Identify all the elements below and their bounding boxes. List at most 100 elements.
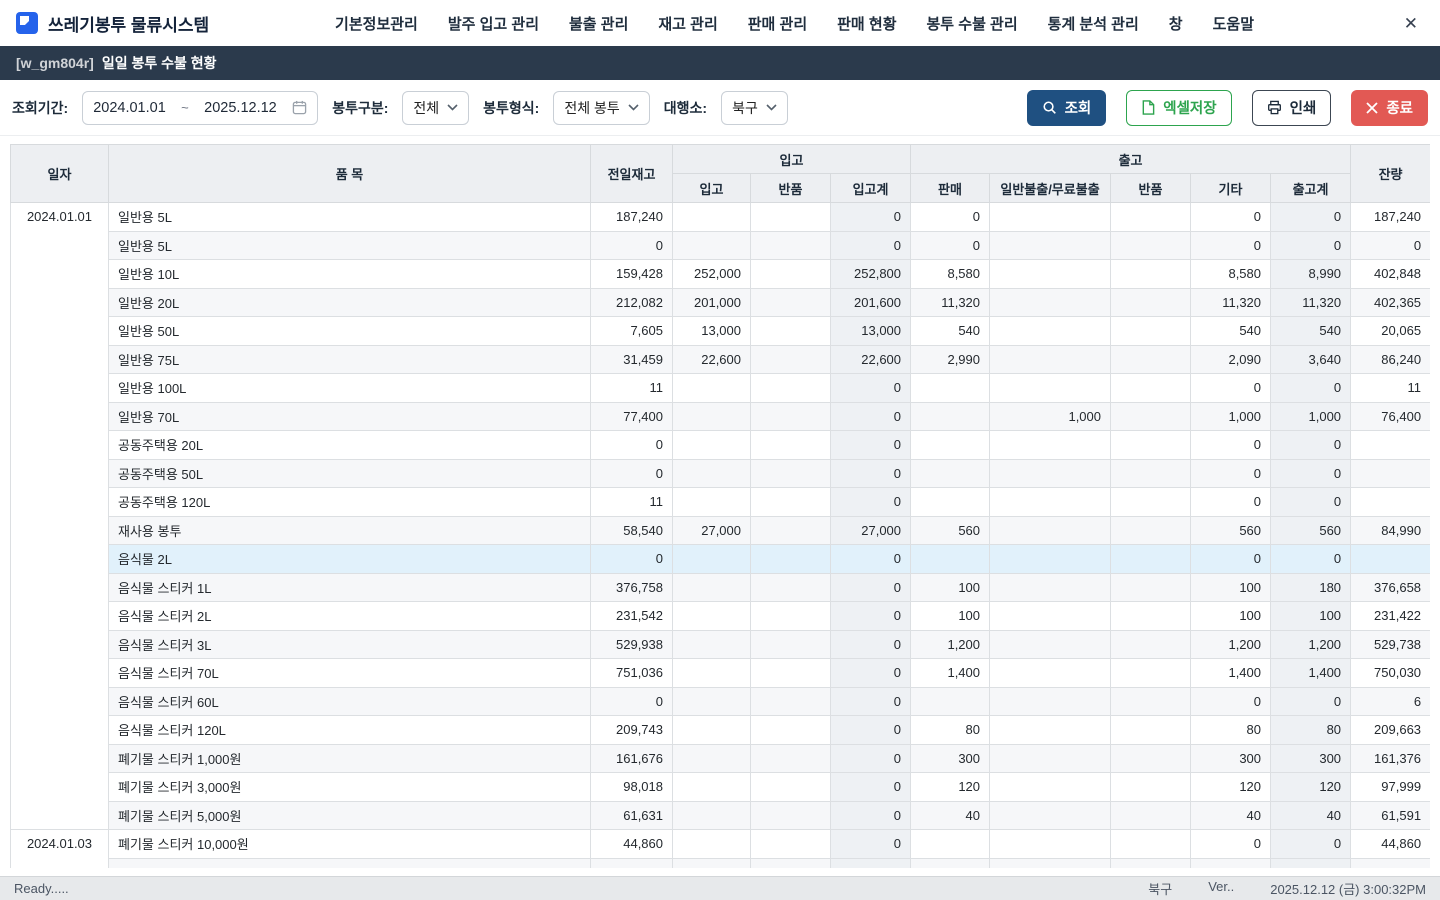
value-cell[interactable]: 98,018 <box>591 773 673 802</box>
value-cell[interactable]: 84,990 <box>1351 516 1430 545</box>
value-cell[interactable] <box>990 801 1111 830</box>
value-cell[interactable]: 187,240 <box>1351 203 1430 232</box>
value-cell[interactable]: 1,000 <box>1191 402 1271 431</box>
value-cell[interactable]: 11 <box>591 374 673 403</box>
item-cell[interactable]: 공동주택용 20L <box>109 431 591 460</box>
value-cell[interactable] <box>1111 801 1191 830</box>
value-cell[interactable] <box>673 602 751 631</box>
menu-item[interactable]: 통계 분석 관리 <box>1048 13 1139 34</box>
value-cell[interactable]: 300 <box>911 744 990 773</box>
table-row[interactable]: 일반용 20L212,082201,000201,60011,32011,320… <box>11 288 1431 317</box>
item-cell[interactable]: 일반용 50L <box>109 317 591 346</box>
value-cell[interactable]: 0 <box>591 545 673 574</box>
table-row[interactable]: 음식물 스티커 1L376,7580100100180376,658 <box>11 573 1431 602</box>
value-cell[interactable] <box>751 260 831 289</box>
value-cell[interactable]: 0 <box>1191 203 1271 232</box>
value-cell[interactable] <box>1111 773 1191 802</box>
value-cell[interactable] <box>1351 488 1430 517</box>
value-cell[interactable] <box>1111 830 1191 859</box>
value-cell[interactable]: 0 <box>831 459 911 488</box>
value-cell[interactable] <box>990 858 1111 868</box>
value-cell[interactable]: 540 <box>1271 317 1351 346</box>
value-cell[interactable]: 529,738 <box>1351 630 1430 659</box>
value-cell[interactable] <box>751 317 831 346</box>
value-cell[interactable]: 0 <box>1191 459 1271 488</box>
value-cell[interactable]: 0 <box>831 231 911 260</box>
value-cell[interactable]: 1,200 <box>1271 630 1351 659</box>
value-cell[interactable]: 27,000 <box>673 516 751 545</box>
value-cell[interactable]: 231,422 <box>1351 602 1430 631</box>
value-cell[interactable]: 40 <box>911 801 990 830</box>
item-cell[interactable]: 일반용 100L <box>109 374 591 403</box>
value-cell[interactable]: 100 <box>911 573 990 602</box>
value-cell[interactable]: 0 <box>831 573 911 602</box>
value-cell[interactable]: 0 <box>1191 431 1271 460</box>
value-cell[interactable] <box>1111 288 1191 317</box>
value-cell[interactable] <box>990 773 1111 802</box>
value-cell[interactable]: 0 <box>1271 488 1351 517</box>
value-cell[interactable] <box>751 602 831 631</box>
value-cell[interactable] <box>751 858 831 868</box>
item-cell[interactable]: 음식물 스티커 70L <box>109 659 591 688</box>
value-cell[interactable] <box>990 317 1111 346</box>
value-cell[interactable]: 0 <box>831 431 911 460</box>
value-cell[interactable]: 201,000 <box>673 288 751 317</box>
value-cell[interactable] <box>673 545 751 574</box>
menu-item[interactable]: 도움말 <box>1213 13 1254 34</box>
value-cell[interactable]: 120 <box>1271 773 1351 802</box>
value-cell[interactable] <box>1351 459 1430 488</box>
value-cell[interactable] <box>911 545 990 574</box>
value-cell[interactable] <box>1111 573 1191 602</box>
value-cell[interactable] <box>1111 431 1191 460</box>
value-cell[interactable]: 0 <box>831 716 911 745</box>
value-cell[interactable] <box>911 687 990 716</box>
date-to[interactable]: 2025.12.12 <box>204 100 277 116</box>
value-cell[interactable]: 0 <box>1271 687 1351 716</box>
value-cell[interactable] <box>751 830 831 859</box>
table-row[interactable]: 일반용 50L7,60513,00013,00054054054020,065 <box>11 317 1431 346</box>
value-cell[interactable]: 80 <box>1191 716 1271 745</box>
value-cell[interactable]: 560 <box>911 516 990 545</box>
value-cell[interactable] <box>673 402 751 431</box>
value-cell[interactable]: 76,400 <box>1351 402 1430 431</box>
value-cell[interactable]: 0 <box>831 687 911 716</box>
table-row[interactable]: 폐기물 스티커 5,000원61,631040404061,591 <box>11 801 1431 830</box>
table-row[interactable]: 폐기물 스티커 1,000원161,6760300300300161,376 <box>11 744 1431 773</box>
value-cell[interactable] <box>1111 516 1191 545</box>
value-cell[interactable] <box>1111 630 1191 659</box>
value-cell[interactable] <box>1271 858 1351 868</box>
value-cell[interactable] <box>751 773 831 802</box>
table-row[interactable]: 음식물 2L0000 <box>11 545 1431 574</box>
table-row[interactable]: 음식물 스티커 120L209,7430808080209,663 <box>11 716 1431 745</box>
menu-item[interactable]: 판매 현황 <box>837 13 896 34</box>
value-cell[interactable] <box>673 203 751 232</box>
value-cell[interactable] <box>990 573 1111 602</box>
item-cell[interactable]: 공동주택용 50L <box>109 459 591 488</box>
item-cell[interactable]: 공동주택용 120L <box>109 488 591 517</box>
value-cell[interactable]: 376,758 <box>591 573 673 602</box>
value-cell[interactable] <box>751 488 831 517</box>
value-cell[interactable]: 0 <box>591 231 673 260</box>
value-cell[interactable]: 212,082 <box>591 288 673 317</box>
item-cell[interactable]: 일반용 20L <box>109 288 591 317</box>
value-cell[interactable] <box>1351 431 1430 460</box>
menu-item[interactable]: 재고 관리 <box>658 13 717 34</box>
value-cell[interactable] <box>990 545 1111 574</box>
close-button[interactable]: 종료 <box>1351 90 1428 126</box>
item-cell[interactable]: 일반용 75L <box>109 345 591 374</box>
value-cell[interactable]: 1,200 <box>911 630 990 659</box>
value-cell[interactable]: 1,000 <box>990 402 1111 431</box>
table-row[interactable]: 음식물 스티커 2L231,5420100100100231,422 <box>11 602 1431 631</box>
value-cell[interactable]: 11,320 <box>1271 288 1351 317</box>
value-cell[interactable] <box>1111 260 1191 289</box>
value-cell[interactable] <box>751 801 831 830</box>
value-cell[interactable]: 0 <box>1191 687 1271 716</box>
value-cell[interactable] <box>990 203 1111 232</box>
value-cell[interactable] <box>751 288 831 317</box>
value-cell[interactable] <box>990 830 1111 859</box>
value-cell[interactable]: 11 <box>1351 374 1430 403</box>
value-cell[interactable]: 120 <box>911 773 990 802</box>
value-cell[interactable]: 100 <box>1271 602 1351 631</box>
value-cell[interactable]: 0 <box>911 203 990 232</box>
value-cell[interactable]: 159,428 <box>591 260 673 289</box>
